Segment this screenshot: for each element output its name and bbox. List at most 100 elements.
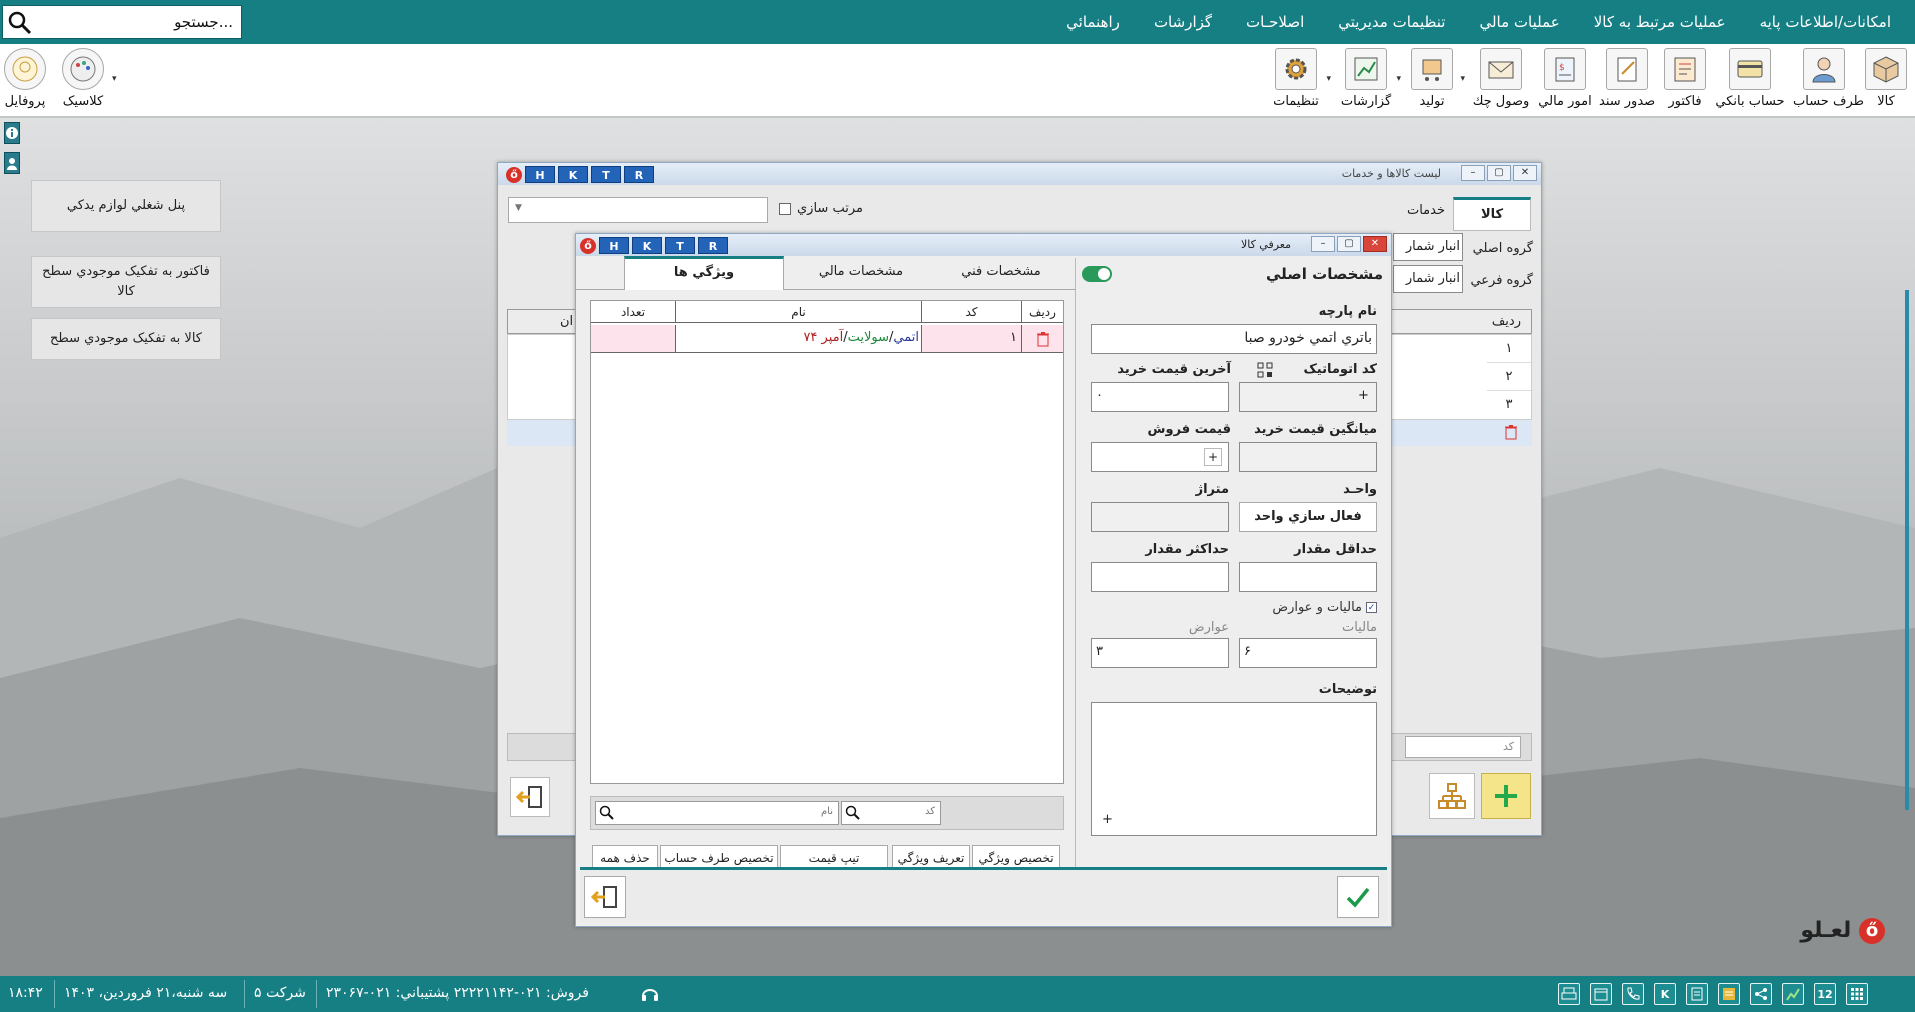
confirm-button[interactable]: [1337, 876, 1379, 918]
tray-phone-icon[interactable]: [1622, 983, 1644, 1005]
search-box[interactable]: جستجو...: [2, 5, 242, 39]
sell-price-input[interactable]: +: [1091, 442, 1229, 472]
menu-financial-ops[interactable]: عملیات مالي: [1479, 13, 1559, 31]
last-buy-price-input[interactable]: ۰: [1091, 382, 1229, 412]
toolbar-account-party[interactable]: طرف حساب: [1793, 48, 1864, 114]
table-row[interactable]: ۱ اتمي/سولایت/آمپر ۷۴: [591, 325, 1063, 353]
main-group-warehouse-field[interactable]: انبار شمار: [1393, 233, 1463, 261]
table-row[interactable]: ۲: [1487, 363, 1531, 391]
tray-printer-icon[interactable]: [1558, 983, 1580, 1005]
feat-qty-cell[interactable]: [591, 325, 675, 352]
tab-goods[interactable]: کالا: [1453, 197, 1531, 231]
part-name-input[interactable]: باتري اتمي خودرو صبا: [1091, 324, 1377, 354]
toolbar-classic-theme[interactable]: کلاسیک: [56, 48, 110, 114]
sub-group-warehouse-field[interactable]: انبار شمار: [1393, 265, 1463, 293]
toolbar-production[interactable]: تولید: [1407, 48, 1457, 114]
maximize-button[interactable]: ▢: [1337, 236, 1361, 252]
table-row[interactable]: ۱: [1487, 335, 1531, 363]
hotkey-k[interactable]: K: [558, 166, 588, 183]
dialog-hotkey-t[interactable]: T: [665, 237, 695, 254]
hotkey-r[interactable]: R: [624, 166, 654, 183]
sort-checkbox[interactable]: [779, 202, 791, 215]
min-qty-input[interactable]: [1239, 562, 1377, 592]
minimize-button[interactable]: –: [1461, 165, 1485, 181]
feature-code-filter[interactable]: کد: [841, 801, 941, 825]
right-edge-scrollbar[interactable]: [1905, 290, 1909, 810]
duty-input[interactable]: ۳: [1091, 638, 1229, 668]
tab-services[interactable]: خدمات: [1407, 203, 1445, 218]
spare-parts-job-panel-button[interactable]: پنل شغلي لوازم یدکي: [31, 180, 221, 232]
exit-button[interactable]: [584, 876, 626, 918]
toolbar-settings[interactable]: تنظیمات: [1269, 48, 1323, 114]
tree-view-button[interactable]: [1429, 773, 1475, 819]
toolbar-invoice[interactable]: فاکتور: [1661, 48, 1709, 114]
meterage-input[interactable]: [1091, 502, 1229, 532]
dialog-hotkey-k[interactable]: K: [632, 237, 662, 254]
close-button[interactable]: ✕: [1363, 236, 1387, 252]
tray-note-icon[interactable]: [1718, 983, 1740, 1005]
max-qty-input[interactable]: [1091, 562, 1229, 592]
main-specs-toggle[interactable]: [1082, 266, 1112, 282]
table-row[interactable]: ۳: [1487, 391, 1531, 419]
reports-dropdown-caret[interactable]: ▾: [1396, 74, 1401, 84]
add-button[interactable]: [1481, 773, 1531, 819]
add-sell-price-icon[interactable]: +: [1204, 448, 1222, 466]
tray-calendar-day-icon[interactable]: 12: [1814, 983, 1836, 1005]
toolbar-check-receipt[interactable]: وصول چك: [1471, 48, 1531, 114]
tray-ledger-icon[interactable]: [1686, 983, 1708, 1005]
user-side-button[interactable]: [4, 152, 20, 174]
hotkey-t[interactable]: T: [591, 166, 621, 183]
trash-icon[interactable]: [1021, 325, 1063, 352]
description-add-icon[interactable]: +: [1102, 812, 1113, 827]
tray-share-icon[interactable]: [1750, 983, 1772, 1005]
menu-help[interactable]: راهنمائي: [1066, 13, 1120, 31]
tab-technical-specs[interactable]: مشخصات فني: [936, 264, 1066, 279]
dialog-hotkey-h[interactable]: H: [599, 237, 629, 254]
feat-code-cell[interactable]: ۱: [921, 325, 1021, 352]
toolbar-profile[interactable]: پروفایل: [4, 48, 46, 114]
description-textarea[interactable]: +: [1091, 702, 1377, 836]
invoice-by-stock-level-button[interactable]: فاکتور به تفکیک موجودي سطح کالا: [31, 256, 221, 308]
maximize-button[interactable]: ▢: [1487, 165, 1511, 181]
toolbar-issue-document[interactable]: صدور سند: [1599, 48, 1655, 114]
auto-code-input[interactable]: +: [1239, 382, 1377, 412]
menu-admin-settings[interactable]: تنظیمات مدیریتي: [1338, 13, 1445, 31]
qr-scan-icon[interactable]: [1257, 362, 1273, 378]
tray-chart-icon[interactable]: [1782, 983, 1804, 1005]
toolbar-reports[interactable]: گزارشات: [1339, 48, 1393, 114]
toolbar-bank-account[interactable]: حساب بانکي: [1715, 48, 1785, 114]
tab-features[interactable]: ویژگي ها: [624, 256, 784, 290]
dialog-hotkey-r[interactable]: R: [698, 237, 728, 254]
menu-corrections[interactable]: اصلاحـات: [1246, 13, 1304, 31]
feat-name-cell[interactable]: اتمي/سولایت/آمپر ۷۴: [675, 325, 921, 352]
menu-reports[interactable]: گزارشات: [1154, 13, 1212, 31]
description-label: توضیحات: [1318, 682, 1377, 697]
status-company[interactable]: شرکت ۵: [254, 985, 306, 1001]
production-dropdown-caret[interactable]: ▾: [1460, 74, 1465, 84]
trash-icon[interactable]: [1504, 424, 1518, 440]
sort-combo[interactable]: ▼: [508, 197, 768, 223]
tax-checkbox[interactable]: ✓: [1366, 602, 1377, 613]
hotkey-h[interactable]: H: [525, 166, 555, 183]
activate-unit-button[interactable]: فعال سازي واحد: [1239, 502, 1377, 532]
tray-k-icon[interactable]: K: [1654, 983, 1676, 1005]
info-side-button[interactable]: [4, 122, 20, 144]
exit-button[interactable]: [510, 777, 550, 817]
tray-calendar-icon[interactable]: [1590, 983, 1612, 1005]
add-code-icon[interactable]: +: [1358, 388, 1369, 403]
code-filter-input[interactable]: کد: [1405, 736, 1521, 758]
tax-input[interactable]: ۶: [1239, 638, 1377, 668]
menu-basic-info[interactable]: امکانات/اطلاعات پایه: [1760, 13, 1891, 31]
minimize-button[interactable]: –: [1311, 236, 1335, 252]
menu-goods-ops[interactable]: عملیات مرتبط به کالا: [1594, 13, 1726, 31]
feature-name-filter[interactable]: نام: [595, 801, 839, 825]
tab-financial-specs[interactable]: مشخصات مالي: [796, 264, 926, 279]
tray-apps-grid-icon[interactable]: [1846, 983, 1868, 1005]
avg-buy-price-input[interactable]: [1239, 442, 1377, 472]
settings-dropdown-caret[interactable]: ▾: [1326, 74, 1331, 84]
theme-dropdown-caret[interactable]: ▾: [112, 74, 117, 84]
toolbar-goods[interactable]: کالا: [1861, 48, 1911, 114]
goods-by-stock-level-button[interactable]: کالا به تفکیک موجودي سطح: [31, 318, 221, 360]
close-button[interactable]: ✕: [1513, 165, 1537, 181]
toolbar-financial-affairs[interactable]: $ امور مالي: [1537, 48, 1593, 114]
